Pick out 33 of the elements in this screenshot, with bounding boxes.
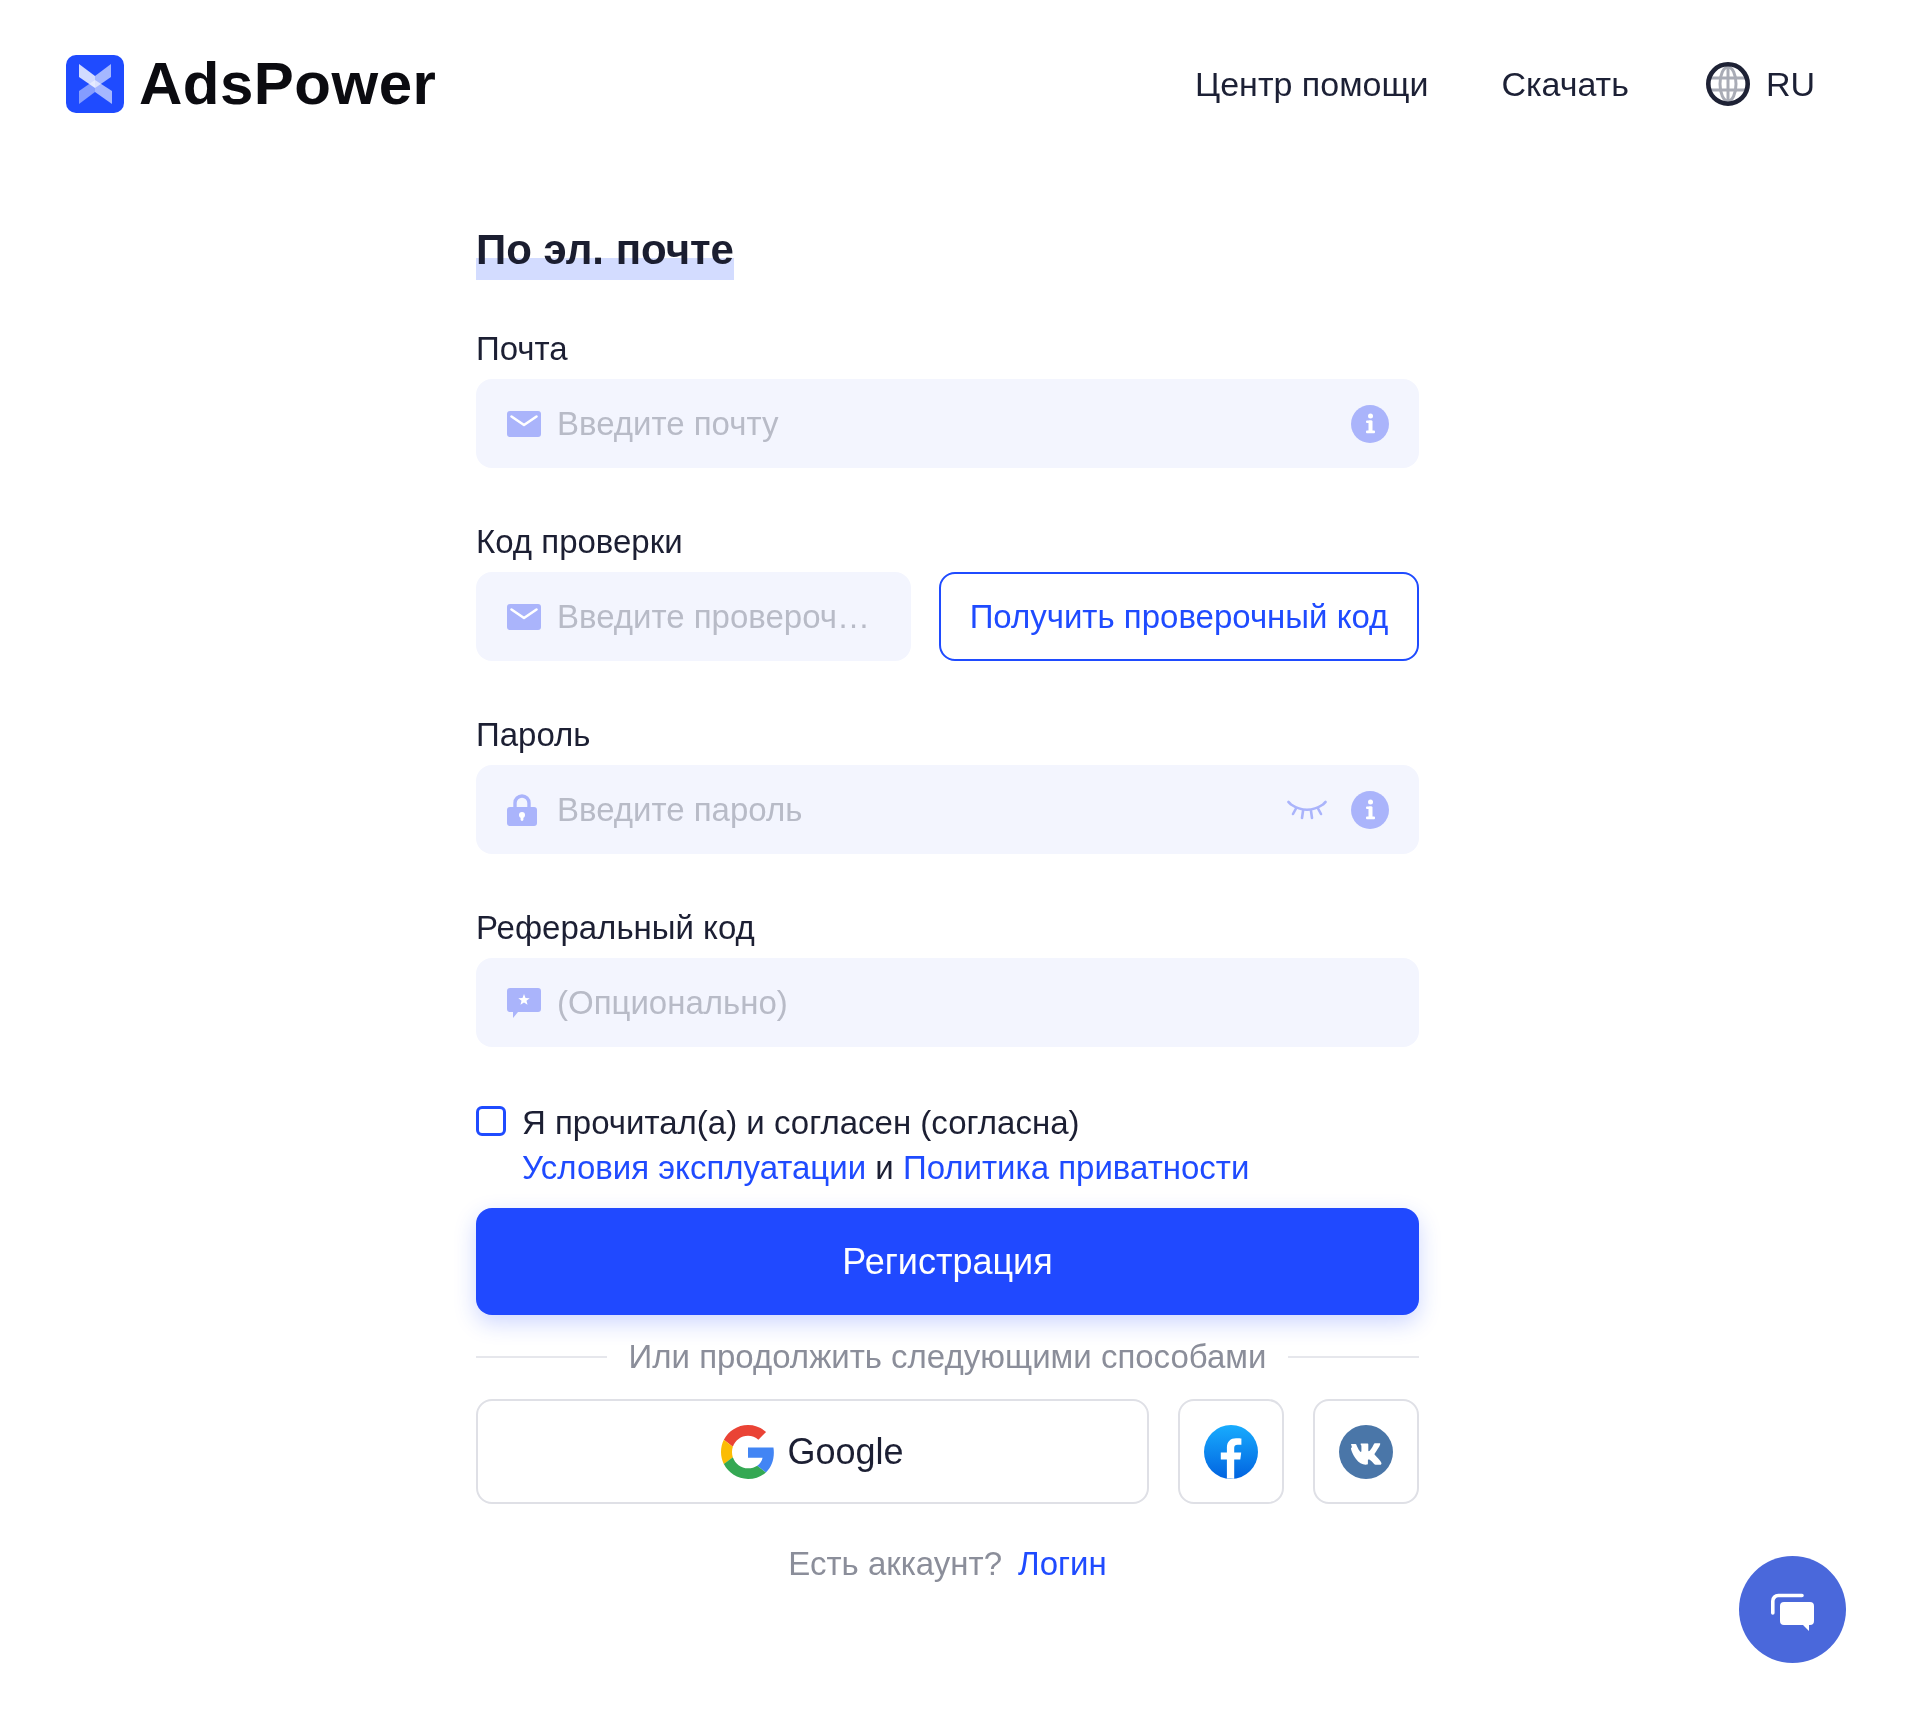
field-label: Код проверки <box>476 522 684 562</box>
agreement-checkbox[interactable] <box>476 1106 506 1136</box>
logo-icon[interactable] <box>66 55 124 113</box>
google-button[interactable]: Google <box>476 1399 1149 1504</box>
facebook-icon <box>1204 1424 1258 1479</box>
envelope-icon <box>507 603 541 630</box>
google-icon <box>721 1424 776 1479</box>
nav-link[interactable]: Скачать <box>1501 62 1629 106</box>
referral-code-field[interactable]: (Опционально) <box>476 958 1419 1047</box>
field-label: Пароль <box>476 715 592 755</box>
star-message-icon <box>507 987 541 1018</box>
get-code-button[interactable]: Получить проверочный код <box>939 572 1419 661</box>
brand-name: AdsPower <box>139 49 437 119</box>
privacy-link[interactable]: Политика приватности <box>902 1149 1250 1186</box>
globe-icon <box>1705 62 1750 106</box>
nav-link[interactable]: Центр помощи <box>1195 62 1429 106</box>
divider-text: Или продолжить следующими способами <box>627 1337 1268 1377</box>
field-label: Реферальный код <box>476 908 756 948</box>
terms-link[interactable]: Условия эксплуатации <box>522 1149 867 1186</box>
verification-code-field[interactable]: Введите провероч… <box>476 572 911 661</box>
chat-bubbles-icon <box>1771 1592 1814 1631</box>
envelope-icon <box>507 410 541 437</box>
email-field[interactable]: Введите почту <box>476 379 1419 468</box>
vk-icon <box>1339 1424 1393 1479</box>
language-selector[interactable]: RU <box>1705 62 1815 106</box>
login-link[interactable]: Логин <box>1018 1545 1107 1582</box>
facebook-button[interactable] <box>1178 1399 1284 1504</box>
login-prompt: Есть аккаунт? <box>788 1545 1002 1582</box>
register-button[interactable]: Регистрация <box>476 1208 1419 1315</box>
lock-icon <box>507 793 537 826</box>
field-label: Почта <box>476 329 569 369</box>
agreement-text: Я прочитал(а) и согласен (согласна) Условия эксплуатации и Политика приватности <box>522 1103 1251 1188</box>
vk-button[interactable] <box>1313 1399 1419 1504</box>
